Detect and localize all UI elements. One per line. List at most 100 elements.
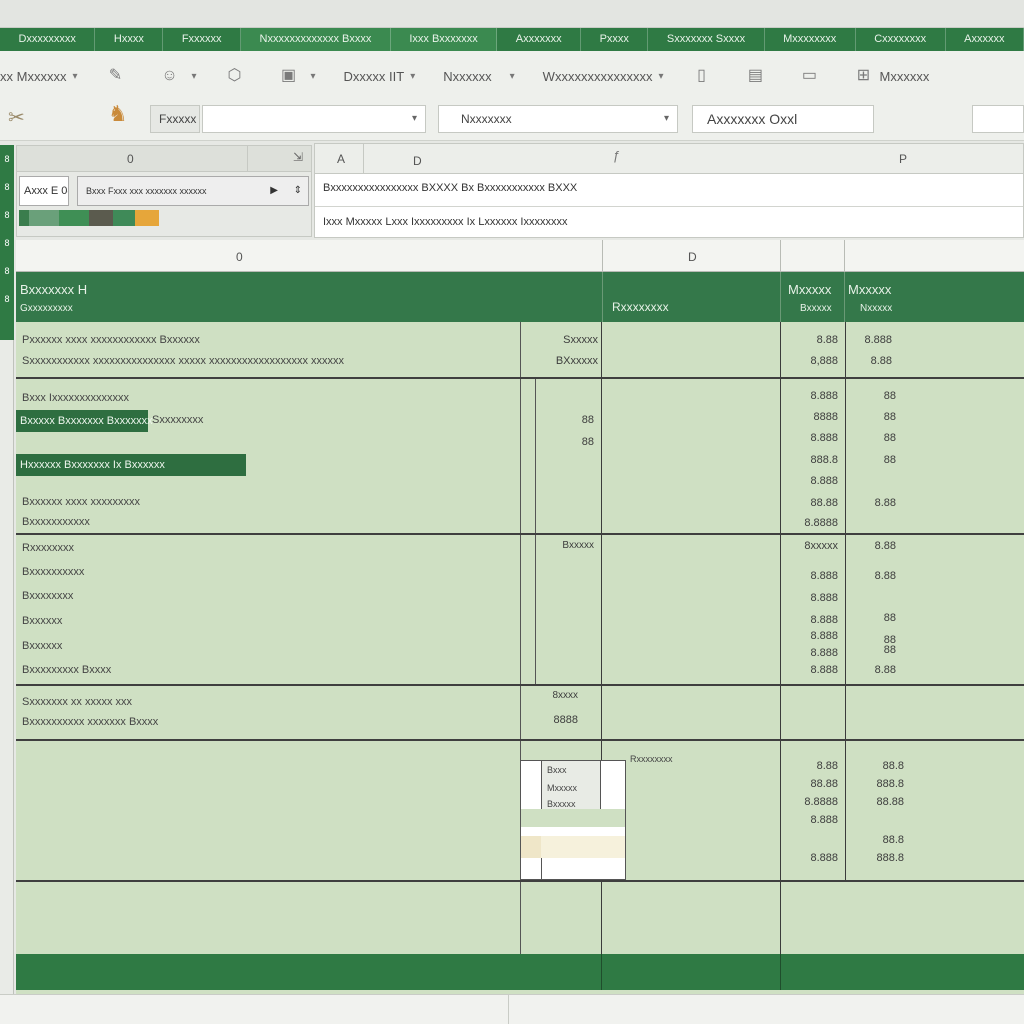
selected-row[interactable]: Hxxxxxx Bxxxxxxx Ix Bxxxxxx bbox=[16, 454, 246, 476]
table-cell[interactable]: 888.8 bbox=[850, 852, 904, 864]
table-cell[interactable]: 8.888 bbox=[786, 475, 838, 487]
table-cell[interactable]: 88 bbox=[850, 644, 896, 656]
small-field[interactable]: Fxxxxx bbox=[150, 105, 200, 133]
strip-item[interactable]: 8 bbox=[0, 257, 14, 285]
ribbon-button-a[interactable]: Dxxxxx IIT ▾ bbox=[344, 69, 416, 84]
insert-shape-button[interactable]: ⬡ bbox=[225, 66, 251, 86]
table-cell[interactable]: Rxxxxxxxx bbox=[630, 754, 673, 764]
column-header[interactable]: D bbox=[688, 250, 697, 264]
table-cell[interactable]: 8.888 bbox=[786, 630, 838, 642]
strip-item[interactable]: 8 bbox=[0, 285, 14, 313]
device-button[interactable]: ▯ bbox=[691, 66, 717, 86]
selected-row[interactable]: Bxxxxx Bxxxxxxx Bxxxxxxx bbox=[16, 410, 153, 432]
table-row-label[interactable]: Sxxxxxxx xx xxxxx xxx bbox=[22, 696, 132, 708]
table-cell[interactable]: 8.88 bbox=[786, 760, 838, 772]
table-cell[interactable]: 8.8888 bbox=[786, 796, 838, 808]
swatch[interactable] bbox=[113, 210, 135, 226]
table-cell[interactable]: 88.8 bbox=[850, 760, 904, 772]
table-cell[interactable]: 8xxxxx bbox=[786, 540, 838, 552]
tab-11[interactable]: Axxxxxx bbox=[946, 28, 1024, 51]
table-cell[interactable]: 88.88 bbox=[850, 796, 904, 808]
tab-9[interactable]: Mxxxxxxxx bbox=[765, 28, 856, 51]
table-row-label[interactable]: Bxxxxxx xxxx xxxxxxxxx bbox=[22, 496, 140, 508]
table-cell[interactable]: 8.88 bbox=[786, 334, 838, 346]
table-cell[interactable]: 888.8 bbox=[786, 454, 838, 466]
tab-2[interactable]: Hxxxx bbox=[95, 28, 164, 51]
table-cell[interactable]: 88.88 bbox=[786, 778, 838, 790]
strip-item[interactable]: 8 bbox=[0, 201, 14, 229]
table-cell[interactable]: 8.888 bbox=[786, 390, 838, 402]
formula-line-1[interactable]: Bxxxxxxxxxxxxxxxx BXXXX Bx Bxxxxxxxxxxx … bbox=[323, 182, 577, 194]
table-cell[interactable]: 888.8 bbox=[850, 778, 904, 790]
table-cell[interactable]: 88 bbox=[850, 454, 896, 466]
column-header[interactable]: 0 bbox=[236, 250, 243, 264]
swatch[interactable] bbox=[59, 210, 89, 226]
swatch[interactable] bbox=[29, 210, 59, 226]
table-cell[interactable]: 8.888 bbox=[786, 664, 838, 676]
inset-cell[interactable]: Bxxxxx bbox=[547, 799, 576, 809]
paint-icon[interactable]: ♞ bbox=[108, 101, 128, 127]
ribbon-button-c[interactable]: Wxxxxxxxxxxxxxxx ▾ bbox=[543, 69, 664, 84]
table-cell[interactable]: 8.888 bbox=[786, 814, 838, 826]
table-cell[interactable]: 8888 bbox=[786, 411, 838, 423]
tab-8[interactable]: Sxxxxxxx Sxxxx bbox=[648, 28, 765, 51]
table-row-label[interactable]: Bxxxxxx bbox=[22, 640, 62, 652]
table-cell[interactable]: 8.88 bbox=[850, 570, 896, 582]
function-icon[interactable]: ƒ bbox=[613, 148, 620, 163]
strip-item[interactable]: 8 bbox=[0, 173, 14, 201]
table-row-label[interactable]: Bxxxxxxxxx Bxxxx bbox=[22, 664, 111, 676]
table-cell[interactable]: Sxxxxx bbox=[536, 334, 598, 346]
name-field[interactable]: Axxxxxxx Oxxl bbox=[692, 105, 874, 133]
extra-field[interactable] bbox=[972, 105, 1024, 133]
format-painter-button[interactable]: ✎ bbox=[105, 66, 131, 86]
strip-item[interactable]: 8 bbox=[0, 145, 14, 173]
picture-button[interactable]: ▣ ▾ bbox=[279, 66, 316, 86]
table-cell[interactable]: 8888 bbox=[532, 714, 578, 726]
table-cell[interactable]: 8.888 bbox=[786, 570, 838, 582]
table-cell[interactable]: 8.888 bbox=[786, 432, 838, 444]
table-cell[interactable]: 8xxxx bbox=[532, 690, 578, 701]
table-cell[interactable]: 8.8888 bbox=[786, 517, 838, 529]
table-cell[interactable]: 8.88 bbox=[850, 664, 896, 676]
table-cell[interactable]: 88.8 bbox=[850, 834, 904, 846]
table-cell[interactable]: 88 bbox=[850, 411, 896, 423]
table-cell[interactable]: 88 bbox=[546, 414, 594, 426]
table-cell[interactable]: Sxxxxxxxx bbox=[152, 414, 203, 426]
dropdown-1[interactable]: ▾ bbox=[202, 105, 426, 133]
table-cell[interactable]: 8.888 bbox=[786, 592, 838, 604]
table-row-label[interactable]: Bxxxxxxxxxx bbox=[22, 566, 84, 578]
ribbon-left-label[interactable]: xx Mxxxxxx ▾ bbox=[0, 69, 77, 84]
tab-7[interactable]: Pxxxx bbox=[581, 28, 649, 51]
resize-icon[interactable]: ⇲ bbox=[293, 150, 303, 164]
table-cell[interactable]: 8.888 bbox=[850, 334, 892, 346]
table-row-label[interactable]: Bxxxxxxxxxxx bbox=[22, 516, 90, 528]
dropdown-2[interactable]: Nxxxxxxx ▾ bbox=[438, 105, 678, 133]
table-cell[interactable]: 88.88 bbox=[786, 497, 838, 509]
table-row-label[interactable]: Sxxxxxxxxxxx xxxxxxxxxxxxxxx xxxxx xxxxx… bbox=[22, 355, 344, 367]
inset-cell[interactable]: Bxxx bbox=[547, 765, 567, 775]
table-cell[interactable]: 88 bbox=[850, 612, 896, 624]
swatch[interactable] bbox=[19, 210, 29, 226]
swatch[interactable] bbox=[135, 210, 159, 226]
table-cell[interactable]: 8.888 bbox=[786, 852, 838, 864]
tab-10[interactable]: Cxxxxxxxx bbox=[856, 28, 946, 51]
inset-cell[interactable]: Mxxxxx bbox=[547, 783, 577, 793]
tab-3[interactable]: Fxxxxxx bbox=[163, 28, 242, 51]
expand-icon[interactable]: ⇕ bbox=[294, 177, 302, 205]
chart-button[interactable]: ▭ bbox=[799, 66, 825, 86]
table-row-label[interactable]: Bxxx Ixxxxxxxxxxxxxx bbox=[22, 392, 129, 404]
table-cell[interactable]: 8.88 bbox=[850, 497, 896, 509]
table-cell[interactable]: 8.88 bbox=[850, 540, 896, 552]
table-cell[interactable]: 8,888 bbox=[786, 355, 838, 367]
function-field[interactable]: Bxxx Fxxx xxx xxxxxxx xxxxxx ▶ ⇕ bbox=[77, 176, 309, 206]
strip-item[interactable]: 8 bbox=[0, 229, 14, 257]
table-cell[interactable]: 88 bbox=[546, 436, 594, 448]
ribbon-right-button[interactable]: ⊞ Mxxxxxx bbox=[853, 66, 930, 86]
table-row-label[interactable]: Bxxxxxx bbox=[22, 615, 62, 627]
table-cell[interactable]: 8.888 bbox=[786, 647, 838, 659]
table-cell[interactable]: 8.888 bbox=[786, 614, 838, 626]
table-row-label[interactable]: Bxxxxxxxx bbox=[22, 590, 73, 602]
table-cell[interactable]: 88 bbox=[850, 432, 896, 444]
name-box[interactable]: Axxx E 08 bbox=[19, 176, 69, 206]
formula-line-2[interactable]: Ixxx Mxxxxx Lxxx Ixxxxxxxxx Ix Lxxxxxx I… bbox=[323, 216, 567, 228]
